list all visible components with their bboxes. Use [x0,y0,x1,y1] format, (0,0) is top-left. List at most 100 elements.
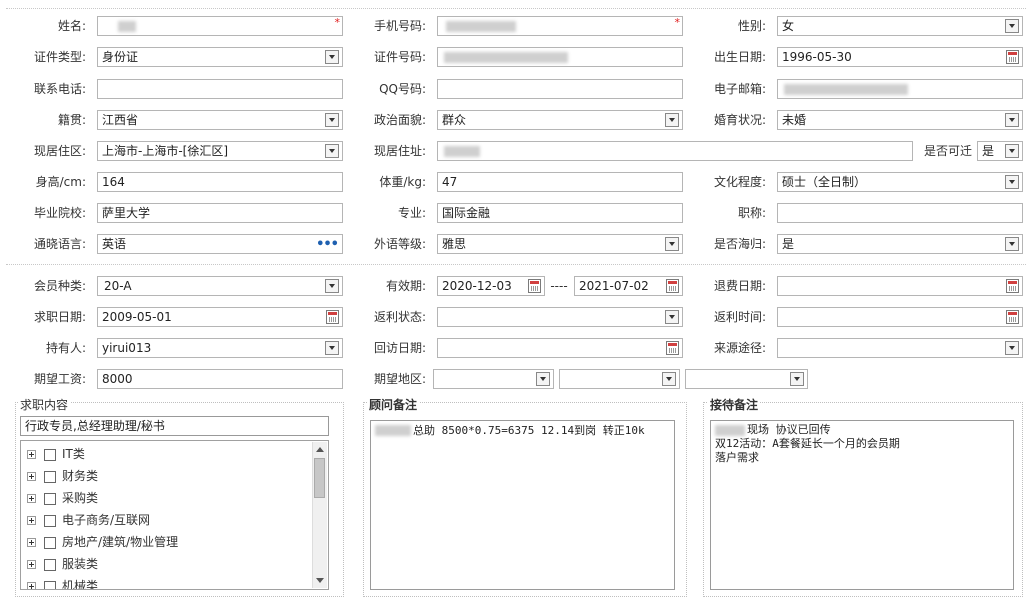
expected-salary-input[interactable]: 8000 [97,369,343,389]
refund-date-input[interactable] [777,276,1023,296]
calendar-icon[interactable] [666,341,679,355]
holder-select[interactable]: yirui013 [97,338,343,358]
language-level-select[interactable]: 雅思 [437,234,683,254]
expand-icon[interactable] [27,582,36,589]
marital-status-select[interactable]: 未婚 [777,110,1023,130]
chevron-down-icon[interactable] [665,310,679,324]
chevron-down-icon[interactable] [1005,175,1019,189]
major-input[interactable]: 国际金融 [437,203,683,223]
rebate-time-input[interactable] [777,307,1023,327]
school-input[interactable]: 萨里大学 [97,203,343,223]
chevron-down-icon[interactable] [1005,237,1019,251]
expand-icon[interactable] [27,516,36,525]
political-status-select[interactable]: 群众 [437,110,683,130]
height-label: 身高/cm: [35,175,86,189]
expected-region-province-select[interactable] [433,369,554,389]
calendar-icon[interactable] [326,310,339,324]
contact-phone-input[interactable] [97,79,343,99]
calendar-icon[interactable] [528,279,541,293]
member-type-select[interactable]: 20-A [97,276,343,296]
native-place-select[interactable]: 江西省 [97,110,343,130]
scrollbar[interactable] [312,442,327,588]
chevron-down-icon[interactable] [665,237,679,251]
checkbox[interactable] [44,536,56,549]
expand-icon[interactable] [27,450,36,459]
title-input[interactable] [777,203,1023,223]
expected-region-district-select[interactable] [685,369,808,389]
relocatable-select[interactable]: 是 [977,141,1023,161]
height-input[interactable]: 164 [97,172,343,192]
revisit-date-input[interactable] [437,338,683,358]
checkbox[interactable] [44,492,56,505]
checkbox[interactable] [44,470,56,483]
chevron-down-icon[interactable] [1005,19,1019,33]
validity-start-input[interactable]: 2020-12-03 [437,276,545,296]
id-type-select[interactable]: 身份证 [97,47,343,67]
birth-date-input[interactable]: 1996-05-30 [777,47,1023,67]
checkbox[interactable] [44,448,56,461]
residence-area-select[interactable]: 上海市-上海市-[徐汇区] [97,141,343,161]
tree-item[interactable]: 服装类 [27,554,98,574]
checkbox[interactable] [44,580,56,589]
chevron-down-icon[interactable] [790,372,804,386]
chevron-down-icon[interactable] [325,341,339,355]
job-seek-date-input[interactable]: 2009-05-01 [97,307,343,327]
expand-icon[interactable] [27,538,36,547]
id-number-input[interactable] [437,47,683,67]
calendar-icon[interactable] [1006,310,1019,324]
expand-icon[interactable] [27,494,36,503]
email-input[interactable] [777,79,1023,99]
expand-icon[interactable] [27,560,36,569]
tree-item[interactable]: 财务类 [27,466,98,486]
mobile-input[interactable]: * [437,16,683,36]
education-label: 文化程度: [713,175,766,189]
chevron-down-icon[interactable] [325,144,339,158]
scroll-thumb[interactable] [314,458,325,498]
checkbox[interactable] [44,514,56,527]
chevron-down-icon[interactable] [1005,144,1019,158]
chevron-down-icon[interactable] [665,113,679,127]
checkbox[interactable] [44,558,56,571]
calendar-icon[interactable] [1006,50,1019,64]
residence-address-input[interactable] [437,141,913,161]
weight-label: 体重/kg: [379,175,426,189]
marital-status-label: 婚育状况: [713,113,766,127]
chevron-down-icon[interactable] [325,50,339,64]
tree-item[interactable]: IT类 [27,444,85,464]
more-options-icon[interactable]: ••• [316,236,339,253]
education-select[interactable]: 硕士（全日制） [777,172,1023,192]
tree-item[interactable]: 采购类 [27,488,98,508]
rebate-status-select[interactable] [437,307,683,327]
validity-end-input[interactable]: 2021-07-02 [574,276,683,296]
chevron-down-icon[interactable] [325,113,339,127]
revisit-date-label: 回访日期: [373,341,426,355]
chevron-down-icon[interactable] [1005,113,1019,127]
job-category-tree[interactable]: IT类 财务类 采购类 电子商务/互联网 房地产/建筑/物业管理 服装类 机械类 [20,440,329,590]
tree-item[interactable]: 电子商务/互联网 [27,510,150,530]
expected-region-city-select[interactable] [559,369,680,389]
consultant-notes-title: 顾问备注 [367,396,420,413]
reception-notes-textarea[interactable]: 现场 协议已回传 双12活动：A套餐延长一个月的会员期 落户需求 [710,420,1014,590]
rebate-status-label: 返利状态: [373,310,426,324]
redacted-id-number [444,52,568,63]
scroll-up-icon[interactable] [316,447,324,452]
tree-item[interactable]: 房地产/建筑/物业管理 [27,532,178,552]
chevron-down-icon[interactable] [325,279,339,293]
scroll-down-icon[interactable] [316,578,324,583]
mobile-label: 手机号码: [373,19,426,33]
consultant-notes-textarea[interactable]: 总助 8500*0.75=6375 12.14到岗 转正10k [370,420,675,590]
source-select[interactable] [777,338,1023,358]
overseas-returnee-select[interactable]: 是 [777,234,1023,254]
chevron-down-icon[interactable] [536,372,550,386]
gender-select[interactable]: 女 [777,16,1023,36]
qq-input[interactable] [437,79,683,99]
calendar-icon[interactable] [1006,279,1019,293]
name-input[interactable]: * [97,16,343,36]
weight-input[interactable]: 47 [437,172,683,192]
language-input[interactable]: 英语 ••• [97,234,343,254]
calendar-icon[interactable] [666,279,679,293]
expand-icon[interactable] [27,472,36,481]
tree-item[interactable]: 机械类 [27,576,98,589]
chevron-down-icon[interactable] [1005,341,1019,355]
chevron-down-icon[interactable] [662,372,676,386]
